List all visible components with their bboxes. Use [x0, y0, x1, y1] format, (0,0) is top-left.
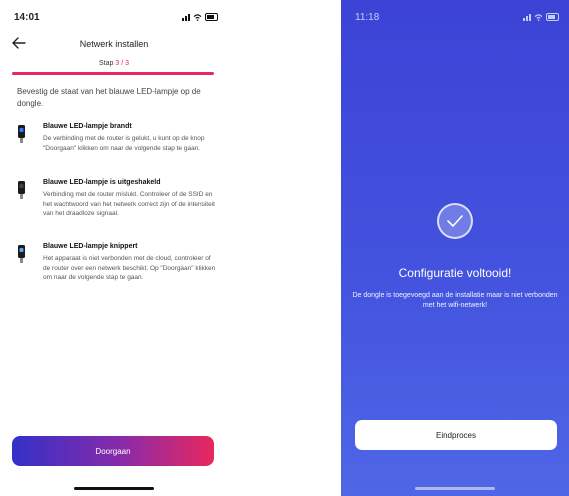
step-prefix: Stap: [99, 60, 116, 67]
signal-icon: [182, 13, 190, 21]
step-indicator: Stap 3 / 3: [0, 60, 228, 67]
success-description: De dongle is toegevoegd aan de installat…: [352, 292, 558, 309]
checkmark-icon: [437, 203, 473, 239]
dongle-led-off-icon: [18, 181, 25, 199]
home-indicator[interactable]: [415, 487, 495, 490]
progress-bar: [12, 72, 214, 75]
item-title: Blauwe LED-lampje brandt: [43, 123, 132, 130]
signal-icon: [523, 13, 531, 21]
status-time: 14:01: [14, 12, 40, 23]
status-time: 11:18: [355, 12, 380, 23]
step-current: 3 / 3: [115, 60, 129, 67]
instruction-text: Bevestig de staat van het blauwe LED-lam…: [17, 87, 201, 108]
dongle-led-blink-icon: [18, 245, 25, 263]
configuration-done-screen: 11:18 Configuratie voltooid! De dongle i…: [341, 0, 569, 496]
battery-icon: [546, 13, 559, 21]
battery-icon: [205, 13, 218, 21]
home-indicator[interactable]: [74, 487, 154, 490]
item-description: Verbinding met de router mislukt. Contro…: [43, 191, 215, 217]
status-icons: [182, 13, 218, 21]
item-title: Blauwe LED-lampje knippert: [43, 243, 138, 250]
finish-button[interactable]: Eindproces: [355, 420, 557, 450]
dongle-led-on-icon: [18, 125, 25, 143]
item-title: Blauwe LED-lampje is uitgeshakeld: [43, 179, 161, 186]
success-title: Configuratie voltooid!: [398, 266, 512, 280]
status-icons: [523, 13, 559, 21]
continue-button[interactable]: Doorgaan: [12, 436, 214, 466]
item-description: Het apparaat is niet verbonden met de cl…: [43, 255, 216, 281]
network-install-screen: 14:01 Netwerk installen Stap 3 / 3 Beves…: [0, 0, 228, 496]
wifi-icon: [534, 13, 543, 21]
page-title: Netwerk installen: [79, 39, 149, 49]
wifi-icon: [193, 13, 202, 21]
item-description: De verbinding met de router is gelukt, u…: [43, 135, 205, 152]
